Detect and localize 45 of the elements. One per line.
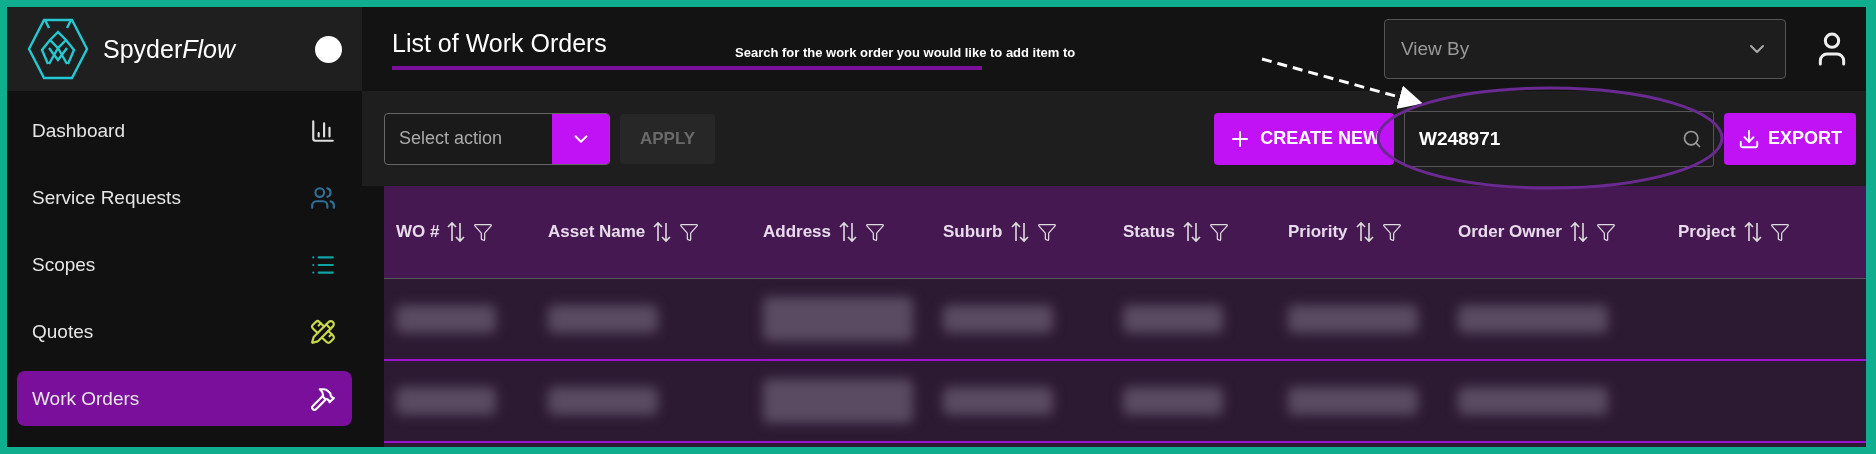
- sidebar-item[interactable]: Service Requests: [17, 170, 352, 225]
- filter-icon[interactable]: [1208, 222, 1229, 242]
- filter-icon[interactable]: [1769, 222, 1790, 242]
- view-by-select[interactable]: View By: [1384, 19, 1786, 79]
- sort-icon[interactable]: [1355, 221, 1374, 243]
- column-header[interactable]: Address: [763, 222, 832, 242]
- sidebar-item[interactable]: Dashboard: [17, 103, 352, 158]
- hammer-icon: [310, 385, 336, 412]
- ruler-icon: [310, 318, 336, 345]
- action-select[interactable]: Select action: [384, 112, 610, 165]
- annotation-text: Search for the work order you would like to add item to: [735, 45, 1076, 60]
- column-header[interactable]: WO #: [396, 222, 440, 242]
- column-header[interactable]: Status: [1123, 222, 1175, 242]
- filter-icon[interactable]: [1595, 222, 1616, 242]
- column-header[interactable]: Asset Name: [548, 222, 646, 242]
- create-new-button[interactable]: CREATE NEW: [1214, 112, 1394, 165]
- sidebar-item[interactable]: Work Orders: [17, 371, 352, 426]
- column-header[interactable]: Suburb: [943, 222, 1003, 242]
- sidebar-item[interactable]: Scopes: [17, 237, 352, 292]
- sort-icon[interactable]: [1010, 221, 1029, 243]
- sort-icon[interactable]: [1182, 221, 1201, 243]
- filter-icon[interactable]: [1381, 222, 1402, 242]
- spider-logo-icon: [27, 18, 89, 80]
- sort-icon[interactable]: [1569, 221, 1588, 243]
- filter-icon[interactable]: [679, 222, 700, 242]
- column-header[interactable]: Project: [1678, 222, 1736, 242]
- theme-toggle[interactable]: [315, 35, 342, 63]
- sort-icon[interactable]: [653, 221, 672, 243]
- column-header[interactable]: Priority: [1288, 222, 1348, 242]
- sidebar-item[interactable]: Quotes: [17, 304, 352, 359]
- chart-icon: [310, 117, 336, 144]
- people-icon: [310, 184, 336, 211]
- brand-name: SpyderFlow: [103, 34, 237, 64]
- column-header[interactable]: Order Owner: [1458, 222, 1562, 242]
- filter-icon[interactable]: [1036, 222, 1057, 242]
- sort-icon[interactable]: [839, 221, 858, 243]
- search-field[interactable]: W248971: [1404, 110, 1714, 167]
- filter-icon[interactable]: [473, 222, 494, 242]
- sort-icon[interactable]: [447, 221, 466, 243]
- search-icon: [1682, 128, 1702, 149]
- sort-icon[interactable]: [1743, 221, 1762, 243]
- filter-icon[interactable]: [865, 222, 886, 242]
- page-title: List of Work Orders: [392, 28, 607, 58]
- export-button[interactable]: EXPORT: [1724, 112, 1856, 165]
- download-icon: [1738, 127, 1760, 150]
